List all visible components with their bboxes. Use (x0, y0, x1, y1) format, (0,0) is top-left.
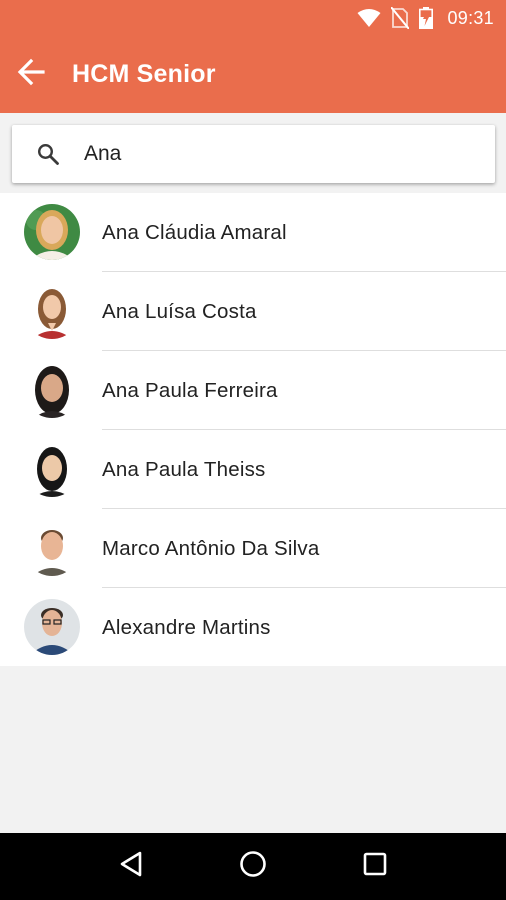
avatar (24, 520, 80, 576)
avatar (24, 204, 80, 260)
search-bar[interactable] (12, 125, 495, 183)
back-button[interactable] (2, 47, 60, 103)
page-title: HCM Senior (72, 60, 216, 88)
search-input[interactable] (84, 142, 464, 166)
avatar (24, 283, 80, 339)
list-item[interactable]: Alexandre Martins (0, 588, 506, 667)
list-item[interactable]: Ana Cláudia Amaral (0, 193, 506, 272)
nav-recents-button[interactable] (345, 837, 405, 897)
recents-square-icon (362, 851, 388, 882)
avatar (24, 362, 80, 418)
list-item[interactable]: Ana Paula Ferreira (0, 351, 506, 430)
search-icon (12, 142, 84, 166)
battery-charging-icon (419, 7, 434, 29)
person-name: Ana Cláudia Amaral (102, 220, 287, 244)
nav-back-button[interactable] (101, 837, 161, 897)
toolbar: HCM Senior (0, 36, 506, 113)
app-header: 09:31 HCM Senior (0, 0, 506, 113)
back-triangle-icon (118, 850, 144, 883)
avatar (24, 441, 80, 497)
person-name: Alexandre Martins (102, 615, 271, 639)
no-sim-icon (391, 7, 410, 29)
list-item[interactable]: Ana Paula Theiss (0, 430, 506, 509)
list-item[interactable]: Marco Antônio Da Silva (0, 509, 506, 588)
person-name: Marco Antônio Da Silva (102, 536, 320, 560)
status-bar: 09:31 (0, 0, 506, 36)
people-list: Ana Cláudia Amaral Ana Luísa Costa Ana P… (0, 193, 506, 666)
person-name: Ana Paula Theiss (102, 457, 266, 481)
avatar (24, 599, 80, 655)
arrow-back-icon (17, 58, 45, 91)
wifi-icon (357, 8, 381, 28)
home-circle-icon (239, 850, 267, 883)
list-item[interactable]: Ana Luísa Costa (0, 272, 506, 351)
navigation-bar (0, 833, 506, 900)
person-name: Ana Paula Ferreira (102, 378, 278, 402)
status-time: 09:31 (447, 7, 494, 28)
person-name: Ana Luísa Costa (102, 299, 257, 323)
nav-home-button[interactable] (223, 837, 283, 897)
